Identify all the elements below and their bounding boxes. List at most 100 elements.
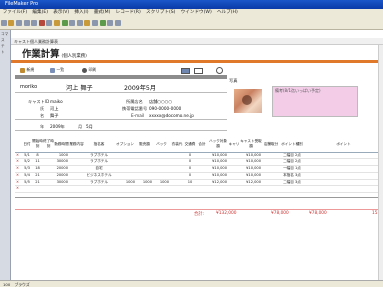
table-cell[interactable]: ラブホテル	[84, 179, 114, 187]
menu-insert[interactable]: 挿入(I)	[72, 9, 91, 17]
table-cell[interactable]	[304, 152, 383, 160]
table-cell[interactable]: 1000	[54, 152, 69, 160]
table-cell[interactable]	[262, 152, 280, 160]
table-cell[interactable]	[136, 152, 153, 160]
print-icon[interactable]	[23, 20, 30, 26]
table-cell[interactable]	[228, 152, 240, 160]
table-cell[interactable]: ¥10,000	[240, 165, 262, 173]
cast-photo[interactable]	[234, 89, 262, 113]
table-cell[interactable]: 10	[184, 179, 196, 187]
table-cell[interactable]	[196, 172, 208, 180]
table-cell[interactable]	[69, 158, 84, 167]
table-cell[interactable]: 本指名 3点	[280, 172, 304, 180]
table-cell[interactable]: 5/1	[22, 152, 32, 160]
table-cell[interactable]: 0	[184, 165, 196, 173]
vertical-scrollbar[interactable]	[378, 45, 383, 280]
table-cell[interactable]	[262, 179, 280, 187]
table-cell[interactable]	[69, 179, 84, 187]
menu-window[interactable]: ウインドウ(W)	[178, 9, 214, 17]
table-cell[interactable]	[170, 179, 184, 187]
phone-value[interactable]: 090-0000-0000	[149, 106, 181, 111]
table-row[interactable]: ✕ 5/2 11 30000 ラブホテル 0 ¥10,000 ¥10,000 二…	[15, 158, 383, 167]
table-cell[interactable]	[43, 179, 54, 187]
table-cell[interactable]	[170, 165, 184, 173]
undo-icon[interactable]	[61, 20, 68, 26]
table-cell[interactable]	[304, 172, 383, 180]
power-icon[interactable]	[216, 67, 223, 74]
table-cell[interactable]	[69, 152, 84, 160]
zoom-level[interactable]: 100	[3, 282, 10, 287]
table-cell[interactable]: 21	[32, 179, 43, 187]
table-cell[interactable]: 1000	[114, 179, 136, 187]
table-cell[interactable]	[153, 172, 170, 180]
email-value[interactable]: xxxxx@docomo.ne.jp	[149, 113, 194, 118]
table-row[interactable]: ✕ 5/5 21 30000 ラブホテル 1000 1000 1000 10 ¥…	[15, 179, 383, 187]
surname-value[interactable]: 河上	[50, 106, 58, 112]
table-cell[interactable]: 5/5	[22, 179, 32, 187]
table-cell[interactable]	[262, 172, 280, 180]
menu-help[interactable]: ヘルプ(H)	[214, 9, 240, 17]
table-cell[interactable]: 20000	[54, 165, 69, 173]
menu-scripts[interactable]: スクリプト(S)	[143, 9, 178, 17]
table-cell[interactable]	[304, 165, 383, 173]
table-cell[interactable]	[170, 152, 184, 160]
menu-edit[interactable]: 編集(E)	[30, 9, 51, 17]
table-cell[interactable]: ¥10,000	[240, 172, 262, 180]
table-cell[interactable]: 二幅目 3点	[280, 179, 304, 187]
table-cell[interactable]	[43, 152, 54, 160]
table-cell[interactable]: ¥10,000	[240, 158, 262, 167]
records-icon[interactable]	[107, 20, 114, 26]
empty-row[interactable]	[22, 185, 383, 194]
print-button[interactable]: 印刷	[82, 67, 96, 73]
table-cell[interactable]	[43, 172, 54, 180]
table-row[interactable]: ✕ 5/1 8 1000 ラブホテル 0 ¥10,000 ¥10,000 二幅目…	[15, 152, 383, 160]
table-cell[interactable]: 1000	[136, 179, 153, 187]
owner-value[interactable]: 店舗○○○○	[149, 99, 172, 105]
save-icon[interactable]	[15, 20, 22, 26]
copy-icon[interactable]	[46, 20, 53, 26]
table-cell[interactable]	[304, 158, 383, 167]
mode-indicator[interactable]: ブラウズ	[14, 282, 29, 287]
table-cell[interactable]: ¥10,000	[208, 158, 228, 167]
sort-icon[interactable]	[69, 20, 76, 26]
table-cell[interactable]	[304, 179, 383, 187]
table-cell[interactable]: 一幅目 1点	[280, 165, 304, 173]
menu-view[interactable]: 表示(V)	[51, 9, 72, 17]
cut-icon[interactable]	[38, 20, 45, 26]
delete-row-icon[interactable]: ✕	[15, 152, 22, 160]
table-cell[interactable]	[114, 172, 136, 180]
paste-icon[interactable]	[53, 20, 60, 26]
table-cell[interactable]	[114, 152, 136, 160]
table-cell[interactable]: ラブホテル	[84, 158, 114, 167]
table-cell[interactable]: 30000	[54, 158, 69, 167]
table-cell[interactable]	[196, 179, 208, 187]
table-cell[interactable]	[114, 158, 136, 167]
table-cell[interactable]: 0	[184, 158, 196, 167]
menu-file[interactable]: ファイル(F)	[0, 9, 30, 17]
table-cell[interactable]	[170, 158, 184, 167]
table-cell[interactable]	[153, 165, 170, 173]
table-cell[interactable]: 0	[184, 172, 196, 180]
table-cell[interactable]: 5/3	[22, 165, 32, 173]
table-cell[interactable]	[69, 165, 84, 173]
table-cell[interactable]	[196, 158, 208, 167]
table-cell[interactable]: ¥10,000	[208, 152, 228, 160]
table-cell[interactable]: 二幅目 2点	[280, 152, 304, 160]
table-cell[interactable]: 5/4	[22, 172, 32, 180]
table-cell[interactable]	[262, 165, 280, 173]
new-file-icon[interactable]	[0, 20, 7, 26]
table-cell[interactable]: 0	[184, 152, 196, 160]
delete-row-icon[interactable]: ✕	[15, 172, 22, 180]
memo-field[interactable]: 備考(8/1迄いっぱい予定)	[272, 86, 358, 117]
table-cell[interactable]: 21	[32, 172, 43, 180]
menu-records[interactable]: レコード(R)	[113, 9, 143, 17]
list-button[interactable]: 一覧	[50, 67, 64, 73]
form-view-button[interactable]	[181, 68, 190, 74]
table-cell[interactable]: 自宅	[84, 165, 114, 173]
table-cell[interactable]	[228, 165, 240, 173]
delete-row-icon[interactable]: ✕	[15, 179, 22, 187]
table-cell[interactable]	[69, 172, 84, 180]
table-cell[interactable]	[136, 165, 153, 173]
layout-icon[interactable]	[84, 20, 91, 26]
table-cell[interactable]	[228, 172, 240, 180]
